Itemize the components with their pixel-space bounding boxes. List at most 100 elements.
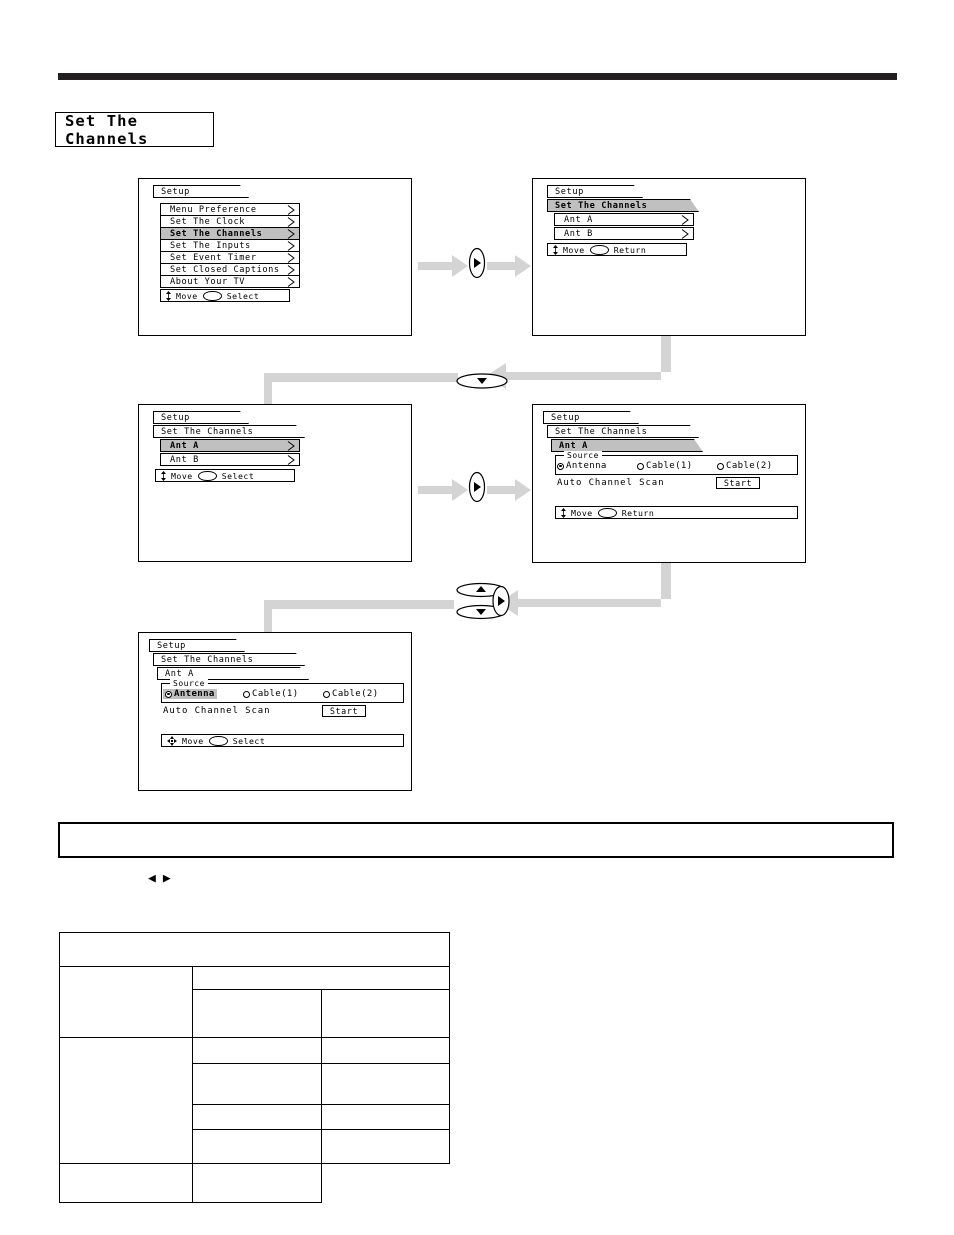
hint-move-label: Move xyxy=(563,244,585,255)
table-cell-col1 xyxy=(58,1037,194,1164)
table-cell-col3 xyxy=(320,1037,451,1064)
hint-action-label: Return xyxy=(621,507,655,518)
panel2-breadcrumb-label: Set The Channels xyxy=(555,200,648,211)
table-cell-span xyxy=(192,966,450,990)
menu-item-label: Set The Clock xyxy=(170,216,246,227)
panel4-breadcrumb-set-the-channels[interactable]: Set The Channels xyxy=(547,425,699,438)
menu-item-ant-b[interactable]: Ant B xyxy=(554,227,694,240)
radio-option-label: Antenna xyxy=(174,689,215,699)
ok-button-icon xyxy=(589,244,609,255)
table-cell-col3 xyxy=(320,989,451,1038)
table-header-row xyxy=(59,932,450,967)
table-cell-col3 xyxy=(320,1063,451,1105)
up-down-arrow-icon xyxy=(161,470,166,481)
up-down-arrow-icon xyxy=(553,244,558,255)
panel1-tab-setup[interactable]: Setup xyxy=(153,185,249,198)
radio-dot-icon xyxy=(323,690,330,698)
menu-item-label: Set Closed Captions xyxy=(170,264,280,275)
auto-channel-scan-start-button[interactable]: Start xyxy=(322,705,366,717)
hint-action-label: Return xyxy=(613,244,647,255)
panel3-breadcrumb-label: Set The Channels xyxy=(161,426,254,437)
four-way-arrow-icon xyxy=(167,735,177,746)
radio-option-cable-1[interactable]: Cable(1) xyxy=(243,689,299,699)
chevron-right-icon xyxy=(287,228,295,239)
osd-panel-ant-a-source: Setup Set The Channels Ant A Source Ante… xyxy=(532,404,806,563)
down-arrow-button[interactable] xyxy=(456,370,508,392)
panel5-breadcrumb-set-the-channels[interactable]: Set The Channels xyxy=(153,653,305,666)
panel5-breadcrumb-label: Set The Channels xyxy=(161,654,254,665)
radio-option-label: Cable(1) xyxy=(646,461,693,471)
panel3-hint-bar: Move Select xyxy=(155,469,295,482)
chevron-right-icon xyxy=(287,440,295,451)
right-arrow-button-1[interactable] xyxy=(465,247,489,279)
table-cell-col2 xyxy=(192,1104,322,1130)
hint-action-label: Select xyxy=(226,290,260,301)
radio-option-antenna[interactable]: Antenna xyxy=(163,689,217,699)
radio-option-cable-2[interactable]: Cable(2) xyxy=(323,689,379,699)
ok-button-icon xyxy=(208,735,228,746)
panel3-tab-setup[interactable]: Setup xyxy=(153,411,249,424)
source-legend: Source xyxy=(170,679,208,688)
hint-move-label: Move xyxy=(171,470,193,481)
navpad-up-down-right[interactable] xyxy=(456,578,516,624)
table-cell-col2 xyxy=(192,1129,322,1164)
chevron-right-icon xyxy=(287,276,295,287)
right-arrow-button-2[interactable] xyxy=(465,471,489,503)
menu-item-label: Set The Inputs xyxy=(170,240,251,251)
panel5-hint-bar: Move Select xyxy=(161,734,404,747)
table-cell-col2 xyxy=(192,1037,322,1064)
hint-action-label: Select xyxy=(221,470,255,481)
auto-channel-scan-start-button[interactable]: Start xyxy=(716,477,760,489)
table-cell-col2 xyxy=(192,989,322,1038)
menu-item-ant-a[interactable]: Ant A xyxy=(554,213,694,226)
up-down-arrow-icon xyxy=(561,507,566,518)
chevron-right-icon xyxy=(681,214,689,225)
chevron-right-icon xyxy=(287,240,295,251)
panel3-tab-label: Setup xyxy=(161,412,190,423)
radio-option-antenna[interactable]: Antenna xyxy=(557,461,607,471)
table-cell-col3 xyxy=(320,1129,451,1164)
chevron-right-icon xyxy=(681,228,689,239)
hint-action-label: Select xyxy=(232,735,266,746)
menu-item-label: Ant B xyxy=(564,228,593,239)
up-down-arrow-icon xyxy=(166,290,171,301)
hint-move-label: Move xyxy=(571,507,593,518)
panel2-tab-setup[interactable]: Setup xyxy=(547,185,643,198)
panel4-breadcrumb-label: Set The Channels xyxy=(555,426,648,437)
panel1-tab-label: Setup xyxy=(161,186,190,197)
ok-button-icon xyxy=(202,290,222,301)
menu-item-ant-a[interactable]: Ant A xyxy=(160,439,300,452)
radio-dot-icon xyxy=(557,462,564,470)
menu-item-label: Set Event Timer xyxy=(170,252,257,263)
table-row xyxy=(58,1037,451,1164)
table-cell-col1 xyxy=(58,966,194,1038)
table-row xyxy=(58,1163,450,1203)
table-cell-col2 xyxy=(58,1163,194,1203)
panel3-breadcrumb-set-the-channels[interactable]: Set The Channels xyxy=(153,425,305,438)
panel5-tab-setup[interactable]: Setup xyxy=(149,639,245,652)
panel2-hint-bar: Move Return xyxy=(547,243,687,256)
hint-move-label: Move xyxy=(176,290,198,301)
panel5-subcrumb-label: Ant A xyxy=(165,668,194,679)
panel4-tab-setup[interactable]: Setup xyxy=(543,411,639,424)
radio-option-cable-1[interactable]: Cable(1) xyxy=(637,461,693,471)
panel2-breadcrumb-set-the-channels[interactable]: Set The Channels xyxy=(547,199,699,212)
chevron-right-icon xyxy=(287,216,295,227)
menu-item-label: Ant B xyxy=(170,454,199,465)
panel2-tab-label: Setup xyxy=(555,186,584,197)
menu-item-label: Set The Channels xyxy=(170,228,263,239)
source-legend: Source xyxy=(564,451,602,460)
menu-item-label: Menu Preference xyxy=(170,204,257,215)
auto-channel-scan-label: Auto Channel Scan xyxy=(557,478,665,488)
menu-item-ant-b[interactable]: Ant B xyxy=(160,453,300,466)
radio-option-cable-2[interactable]: Cable(2) xyxy=(717,461,773,471)
osd-panel-ant-a-source-focused: Setup Set The Channels Ant A Source Ante… xyxy=(138,632,412,791)
menu-item-label: About Your TV xyxy=(170,276,246,287)
panel5-tab-label: Setup xyxy=(157,640,186,651)
ok-button-icon xyxy=(197,470,217,481)
menu-item-label: Ant A xyxy=(564,214,593,225)
table-row xyxy=(58,966,450,1038)
menu-item-about-your-tv[interactable]: About Your TV xyxy=(160,275,300,288)
menu-item-label: Ant A xyxy=(170,440,199,451)
radio-dot-icon xyxy=(243,690,250,698)
